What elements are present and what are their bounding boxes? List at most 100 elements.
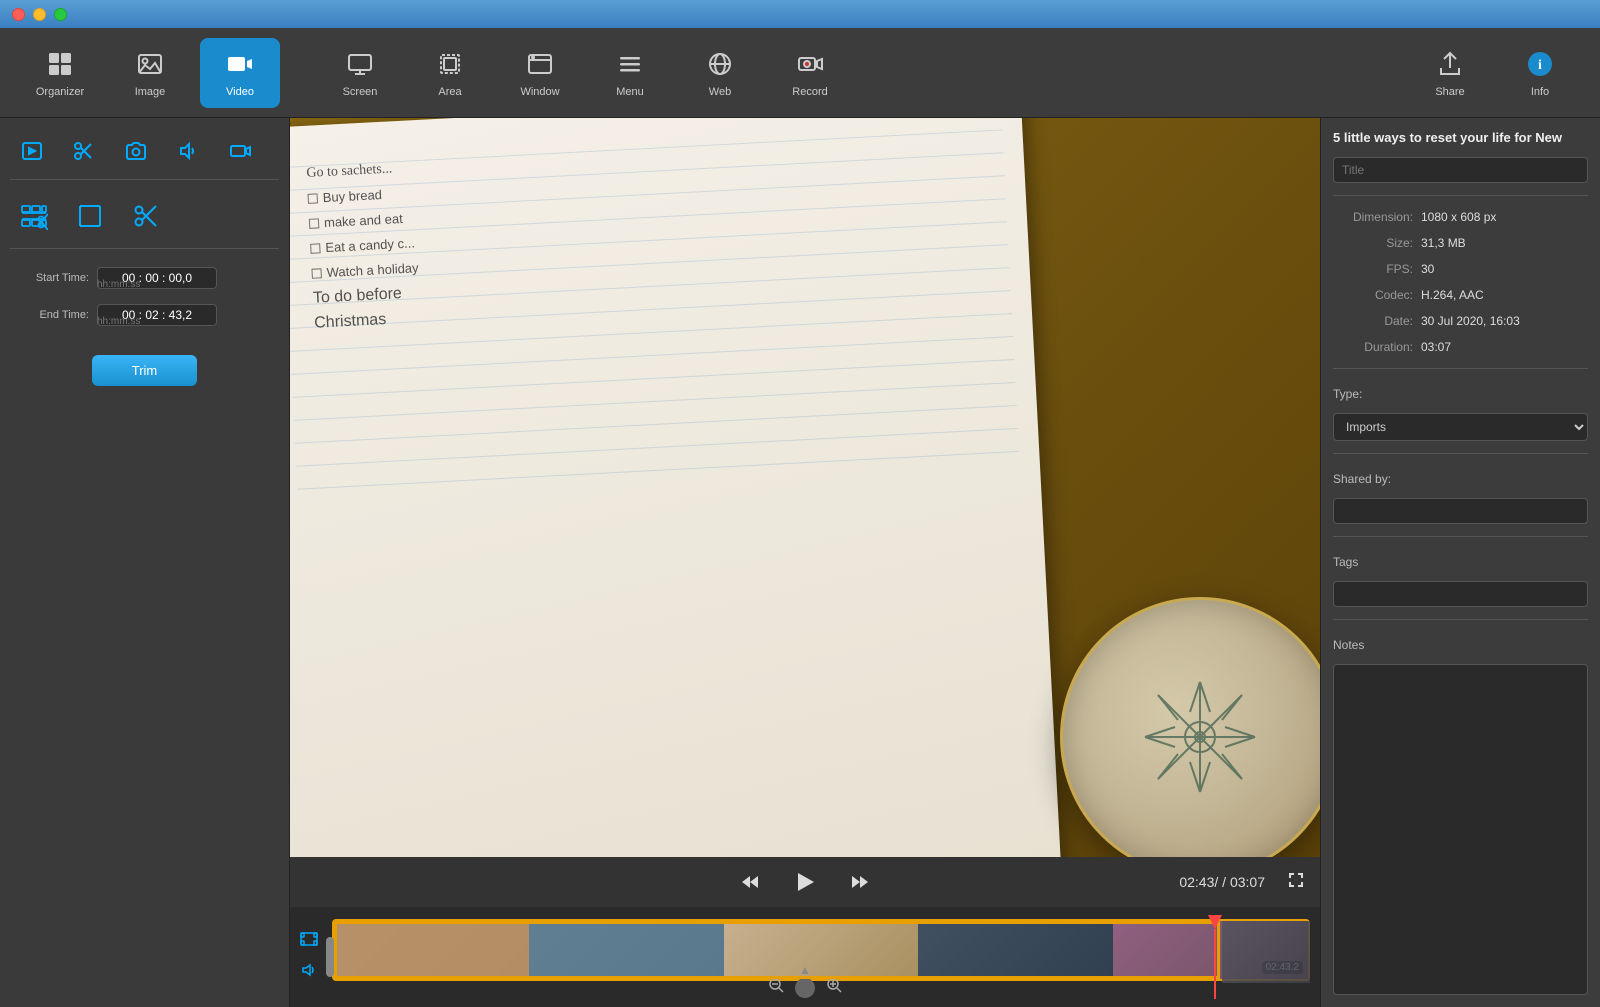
toolbar-item-screen[interactable]: Screen xyxy=(320,38,400,108)
maximize-button[interactable] xyxy=(54,8,67,21)
toolbar-item-image[interactable]: Image xyxy=(110,38,190,108)
meta-dimension: Dimension: 1080 x 608 px xyxy=(1333,208,1588,226)
notes-textarea[interactable] xyxy=(1333,664,1588,995)
start-time-label: Start Time: xyxy=(14,272,89,284)
shared-by-input[interactable] xyxy=(1333,498,1588,524)
date-value: 30 Jul 2020, 16:03 xyxy=(1413,314,1588,328)
tags-divider xyxy=(1333,536,1588,537)
image-label: Image xyxy=(135,86,166,98)
decorative-plate xyxy=(1060,597,1320,857)
playhead-triangle xyxy=(1208,915,1222,929)
notes-label: Notes xyxy=(1333,638,1588,652)
scissors2-btn[interactable] xyxy=(126,198,166,234)
tags-label: Tags xyxy=(1333,555,1588,569)
type-select[interactable]: Imports Exports Favorites xyxy=(1333,413,1588,441)
share-icon xyxy=(1434,48,1466,80)
scissors-tool-btn[interactable] xyxy=(62,133,106,169)
zoom-controls xyxy=(767,976,843,999)
toolbar-item-video[interactable]: Video xyxy=(200,38,280,108)
timeline-playhead[interactable] xyxy=(1208,915,1222,929)
total-time: / 03:07 xyxy=(1222,874,1265,890)
date-label: Date: xyxy=(1333,314,1413,328)
toolbar-item-area[interactable]: Area xyxy=(410,38,490,108)
window-icon xyxy=(524,48,556,80)
handwriting-overlay: Go to sachets... Buy bread make and eat … xyxy=(306,133,881,334)
toolbar-item-web[interactable]: Web xyxy=(680,38,760,108)
title-bar xyxy=(0,0,1600,28)
shared-by-label: Shared by: xyxy=(1333,472,1588,486)
organizer-label: Organizer xyxy=(36,86,84,98)
shared-divider xyxy=(1333,453,1588,454)
time-display: 02:43/ / 03:07 xyxy=(1179,874,1265,890)
rewind-button[interactable] xyxy=(734,866,766,898)
notes-divider xyxy=(1333,619,1588,620)
video-tool-btn[interactable] xyxy=(218,133,262,169)
screen-icon xyxy=(344,48,376,80)
timeline-track[interactable]: 02:43.2 xyxy=(332,919,1310,981)
codec-value: H.264, AAC xyxy=(1413,288,1588,302)
toolbar-item-info[interactable]: i Info xyxy=(1500,38,1580,108)
area-label: Area xyxy=(438,86,461,98)
svg-text:i: i xyxy=(1538,58,1542,73)
size-label: Size: xyxy=(1333,236,1413,250)
meta-codec: Codec: H.264, AAC xyxy=(1333,286,1588,304)
timeline-gray-end xyxy=(1222,921,1310,983)
timeline-area: 02:43.2 xyxy=(290,907,1320,1007)
close-button[interactable] xyxy=(12,8,25,21)
meta-duration: Duration: 03:07 xyxy=(1333,338,1588,356)
timeline-selection[interactable] xyxy=(334,921,1220,979)
fullscreen-button[interactable] xyxy=(1287,871,1305,894)
info-label: Info xyxy=(1531,86,1549,98)
timeline-left-handle[interactable] xyxy=(326,937,334,977)
record-icon xyxy=(794,48,826,80)
record-label: Record xyxy=(792,86,827,98)
zoom-slider[interactable] xyxy=(795,978,815,998)
toolbar-item-window[interactable]: Window xyxy=(500,38,580,108)
zoom-in-icon[interactable] xyxy=(825,976,843,999)
playhead-line xyxy=(1214,929,1216,999)
toolbar-item-menu[interactable]: Menu xyxy=(590,38,670,108)
info-icon: i xyxy=(1524,48,1556,80)
play-button[interactable] xyxy=(786,863,824,901)
toolbar-item-share[interactable]: Share xyxy=(1410,38,1490,108)
time-section: Start Time: hh:mm:ss End Time: hh:mm:ss xyxy=(10,259,279,335)
audio-tool-btn[interactable] xyxy=(166,133,210,169)
duration-value: 03:07 xyxy=(1413,340,1588,354)
forward-button[interactable] xyxy=(844,866,876,898)
end-time-label: End Time: xyxy=(14,309,89,321)
screen-label: Screen xyxy=(343,86,378,98)
volume-icon xyxy=(300,961,324,984)
play-tool-btn[interactable] xyxy=(10,133,54,169)
film-cut-btn[interactable] xyxy=(14,198,54,234)
minimize-button[interactable] xyxy=(33,8,46,21)
type-divider xyxy=(1333,368,1588,369)
title-input[interactable] xyxy=(1333,157,1588,183)
meta-size: Size: 31,3 MB xyxy=(1333,234,1588,252)
duration-label: Duration: xyxy=(1333,340,1413,354)
menu-icon xyxy=(614,48,646,80)
meta-date: Date: 30 Jul 2020, 16:03 xyxy=(1333,312,1588,330)
camera-tool-btn[interactable] xyxy=(114,133,158,169)
share-label: Share xyxy=(1435,86,1464,98)
fps-label: FPS: xyxy=(1333,262,1413,276)
toolbar-item-organizer[interactable]: Organizer xyxy=(20,38,100,108)
web-label: Web xyxy=(709,86,731,98)
meta-fps: FPS: 30 xyxy=(1333,260,1588,278)
trim-button[interactable]: Trim xyxy=(92,355,198,386)
type-label: Type: xyxy=(1333,387,1588,401)
tags-input[interactable] xyxy=(1333,581,1588,607)
toolbar-item-record[interactable]: Record xyxy=(770,38,850,108)
traffic-lights xyxy=(12,8,67,21)
video-label: Video xyxy=(226,86,254,98)
codec-label: Codec: xyxy=(1333,288,1413,302)
crop-btn[interactable] xyxy=(70,198,110,234)
video-frame: Go to sachets... Buy bread make and eat … xyxy=(290,118,1320,857)
time-separator: / xyxy=(1214,874,1222,890)
right-sidebar: 5 little ways to reset your life for New… xyxy=(1320,118,1600,1007)
window-label: Window xyxy=(520,86,559,98)
zoom-out-icon[interactable] xyxy=(767,976,785,999)
center-content: Go to sachets... Buy bread make and eat … xyxy=(290,118,1320,1007)
notebook-scene: Go to sachets... Buy bread make and eat … xyxy=(290,118,1320,857)
video-title: 5 little ways to reset your life for New xyxy=(1333,130,1588,145)
edit-tools-row xyxy=(10,190,279,249)
